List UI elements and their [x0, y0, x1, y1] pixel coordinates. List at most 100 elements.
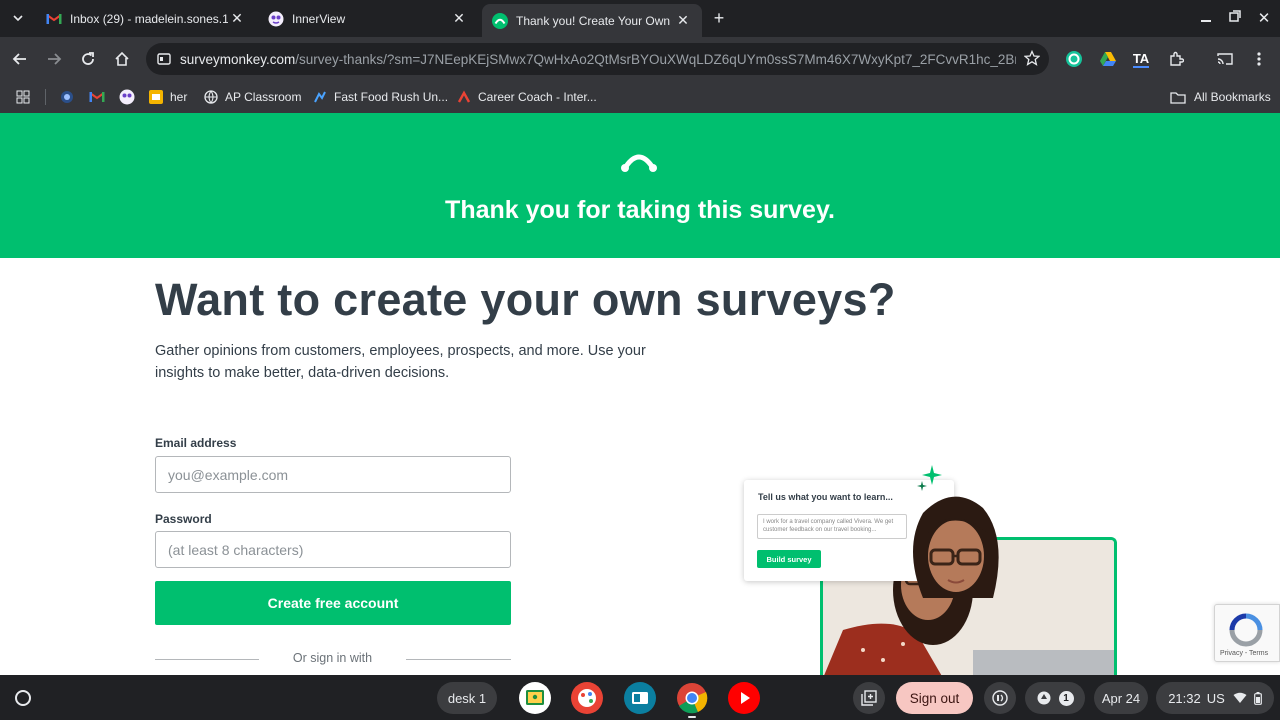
career-icon [457, 90, 471, 103]
woman-portrait [913, 496, 999, 598]
bookmark-gmail[interactable] [89, 87, 105, 107]
create-account-button[interactable]: Create free account [155, 581, 511, 625]
slides-icon [149, 90, 163, 104]
puzzle-icon[interactable] [1162, 45, 1190, 73]
globe-dark-icon [61, 91, 73, 103]
thank-you-title: Thank you for taking this survey. [445, 196, 835, 224]
bookmark-label: Fast Food Rush Un... [334, 90, 449, 104]
gmail-icon [89, 92, 105, 102]
address-bar[interactable]: surveymonkey.com/survey-thanks/?sm=J7NEe… [146, 43, 1049, 75]
bookmarks-divider [45, 89, 46, 105]
sparkle-icon [917, 465, 942, 491]
or-sign-in-label: Or sign in with [292, 651, 373, 665]
forward-button[interactable] [40, 45, 68, 73]
notification-count: 1 [1058, 690, 1074, 706]
game-icon [314, 91, 326, 103]
tab-surveymonkey[interactable]: Thank you! Create Your Own O ✕ [482, 4, 702, 37]
close-window-button[interactable]: ✕ [1250, 4, 1278, 32]
tab-search-button[interactable] [4, 4, 32, 32]
minimize-button[interactable] [1192, 4, 1220, 32]
page-headline: Want to create your own surveys? [155, 274, 896, 325]
apps-grid-icon[interactable] [16, 87, 30, 107]
bookmark-ap-classroom[interactable]: AP Classroom [204, 87, 301, 107]
chrome-app-icon[interactable] [676, 682, 708, 714]
thank-you-banner [0, 113, 1280, 258]
surveymonkey-icon [492, 12, 508, 29]
notification-app-icon [1037, 691, 1050, 705]
sign-out-button[interactable]: Sign out [896, 682, 973, 714]
recaptcha-icon [1229, 613, 1263, 647]
recaptcha-links[interactable]: Privacy - Terms [1220, 650, 1268, 657]
restore-icon [1229, 10, 1241, 22]
restore-button[interactable] [1221, 2, 1249, 30]
launcher-button[interactable] [7, 682, 39, 714]
tab-title: Thank you! Create Your Own O [516, 13, 674, 28]
back-button[interactable] [6, 45, 34, 73]
date-tray[interactable]: Apr 24 [1094, 682, 1148, 714]
url-path: /survey-thanks/?sm=J7NEepKEjSMwx7QwHxAo2… [295, 51, 1016, 67]
ta-extension-label: TA [1132, 50, 1150, 68]
plus-icon: + [713, 7, 725, 28]
minimize-icon [1201, 20, 1211, 22]
tab-strip: Inbox (29) - madelein.sones.14 ✕ InnerVi… [0, 0, 1280, 37]
divider-left [155, 659, 259, 660]
chevron-down-icon [13, 15, 23, 22]
survey-preview-title: Tell us what you want to learn... [758, 492, 893, 502]
desk-button[interactable]: desk 1 [437, 682, 497, 714]
all-bookmarks-button[interactable]: All Bookmarks [1170, 87, 1271, 107]
bookmarks-bar: her AP Classroom Fast Food Rush Un... Ca… [0, 81, 1280, 113]
tab-innerview[interactable]: InnerView ✕ [258, 4, 478, 33]
classroom-app-icon[interactable] [519, 682, 551, 714]
clock: 21:32 [1168, 690, 1201, 706]
globe-icon [204, 90, 218, 104]
audio-capture-button[interactable] [984, 682, 1016, 714]
audio-icon [992, 690, 1008, 706]
tote-button[interactable] [853, 682, 885, 714]
bookmark-label: AP Classroom [225, 90, 302, 104]
innerview-icon [119, 89, 135, 105]
site-info-icon[interactable] [154, 52, 174, 66]
reload-icon [82, 52, 94, 65]
wifi-icon [1233, 692, 1247, 703]
battery-icon [1253, 691, 1262, 705]
bookmark-innerview[interactable] [119, 87, 135, 107]
launcher-icon [15, 690, 31, 706]
survey-preview-button: Build survey [757, 550, 821, 568]
close-tab-icon[interactable]: ✕ [228, 10, 246, 28]
password-field[interactable] [155, 531, 511, 568]
grammarly-icon[interactable] [1060, 45, 1088, 73]
url-host: surveymonkey.com [180, 51, 296, 67]
divider-right [406, 659, 511, 660]
tote-icon [861, 690, 877, 706]
reload-button[interactable] [74, 45, 102, 73]
close-icon: ✕ [1257, 10, 1271, 27]
cast-icon[interactable] [1211, 45, 1239, 73]
arrow-right-icon [48, 53, 62, 65]
close-tab-icon[interactable]: ✕ [674, 12, 692, 30]
drive-icon[interactable] [1094, 45, 1122, 73]
folder-icon [1170, 91, 1186, 104]
bookmark-label: her [170, 90, 188, 104]
new-tab-button[interactable]: + [705, 4, 733, 32]
bookmark-career-coach[interactable]: Career Coach - Inter... [457, 87, 597, 107]
email-field[interactable] [155, 456, 511, 493]
bookmark-fast-food-rush[interactable]: Fast Food Rush Un... [313, 87, 448, 107]
bookmark-star-icon[interactable] [1023, 49, 1041, 69]
youtube-app-icon[interactable] [728, 682, 760, 714]
bookmark-globe[interactable] [60, 87, 74, 107]
status-tray[interactable]: 21:32 US [1156, 682, 1274, 714]
all-bookmarks-label: All Bookmarks [1194, 90, 1271, 104]
tab-inbox[interactable]: Inbox (29) - madelein.sones.14 ✕ [36, 4, 256, 33]
notifications-button[interactable]: 1 [1025, 682, 1085, 714]
ta-icon[interactable]: TA [1127, 45, 1155, 73]
email-label: Email address [155, 436, 237, 450]
arrow-left-icon [12, 53, 26, 65]
canvas-app-icon[interactable] [571, 682, 603, 714]
password-label: Password [155, 512, 212, 526]
screencast-app-icon[interactable] [624, 682, 656, 714]
surveymonkey-logo-icon [621, 154, 657, 172]
menu-icon[interactable] [1245, 45, 1273, 73]
home-button[interactable] [108, 45, 136, 73]
close-tab-icon[interactable]: ✕ [450, 10, 468, 28]
bookmark-her[interactable]: her [149, 87, 187, 107]
